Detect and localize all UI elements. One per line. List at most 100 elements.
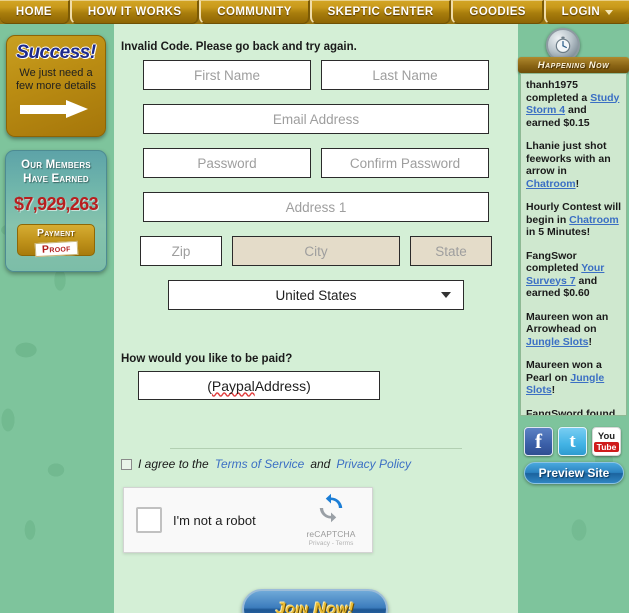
signup-form: First Name Last Name Email Address Passw… — [114, 60, 518, 324]
nav-item-goodies[interactable]: GOODIES — [451, 0, 544, 24]
confirm-password-input[interactable]: Confirm Password — [321, 148, 489, 178]
feed-item: thanh1975 completed a Study Storm 4 and … — [526, 79, 622, 129]
youtube-glyph-tube: Tube — [593, 441, 620, 452]
recaptcha-widget[interactable]: I'm not a robot reCAPTCHA Privacy - Term… — [123, 487, 373, 553]
stopwatch-glyph — [555, 36, 571, 54]
recaptcha-brand-text: reCAPTCHA — [306, 529, 356, 539]
section-divider — [170, 448, 462, 449]
feed-item-text-before: Lhanie just shot feeworks with an arrow … — [526, 140, 611, 177]
youtube-icon[interactable]: You Tube — [592, 427, 621, 456]
nav-item-community[interactable]: COMMUNITY — [199, 0, 310, 24]
twitter-icon[interactable]: t — [558, 427, 587, 456]
members-earned-heading-line1: Our Members — [21, 159, 91, 171]
success-subtitle: We just need a few more details — [15, 67, 97, 92]
agreement-text-between: and — [310, 457, 331, 471]
state-input[interactable]: State — [410, 236, 492, 266]
agreement-row: I agree to the Terms of Service and Priv… — [121, 457, 411, 471]
error-message: Invalid Code. Please go back and try aga… — [121, 41, 357, 53]
twitter-glyph: t — [569, 430, 576, 452]
paypal-value-suffix: Address) — [254, 377, 311, 394]
feed-item-text-after: ! — [575, 177, 580, 190]
recaptcha-checkbox[interactable] — [136, 507, 162, 533]
nav-item-label: HOW IT WORKS — [87, 6, 182, 18]
nav-item-label: LOGIN — [561, 6, 601, 18]
feed-item: Lhanie just shot feeworks with an arrow … — [526, 140, 622, 190]
preview-site-label: Preview Site — [538, 466, 610, 480]
nav-item-label: HOME — [15, 6, 53, 18]
nav-item-label: COMMUNITY — [217, 6, 292, 18]
payment-proof-label-line1: Payment — [36, 227, 76, 239]
last-name-input[interactable]: Last Name — [321, 60, 489, 90]
location-row: Zip City State — [114, 236, 518, 266]
password-row: Password Confirm Password — [114, 148, 518, 178]
nav-item-how-it-works[interactable]: HOW IT WORKS — [69, 0, 200, 24]
join-now-label: Join Now! — [275, 599, 355, 613]
feed-item-text-after: ! — [588, 335, 592, 348]
feed-item: Hourly Contest will begin in Chatroom in… — [526, 201, 622, 239]
right-sidebar: Happening Now thanh1975 completed a Stud… — [518, 24, 629, 613]
agreement-checkbox[interactable] — [121, 458, 132, 470]
facebook-icon[interactable]: f — [524, 427, 553, 456]
recaptcha-label: I'm not a robot — [173, 512, 256, 528]
feed-item-text-after: ! — [551, 384, 556, 396]
nav-item-skeptic-center[interactable]: SKEPTIC CENTER — [309, 0, 452, 24]
feed-item: Maureen won an Arrowhead on Jungle Slots… — [526, 311, 622, 349]
email-row: Email Address — [114, 104, 518, 134]
feed-item-link[interactable]: Jungle Slots — [526, 336, 588, 348]
feed-item: Maureen won a Pearl on Jungle Slots! — [526, 359, 622, 397]
feed-item-text-before: FangSword found the Word of the Day in t… — [526, 407, 616, 416]
youtube-glyph-you: You — [597, 430, 616, 442]
privacy-policy-link[interactable]: Privacy Policy — [336, 457, 411, 471]
members-earned-heading: Our Members Have Earned — [6, 158, 106, 186]
first-name-input[interactable]: First Name — [143, 60, 311, 90]
feed-item-link[interactable]: Chatroom — [526, 178, 576, 190]
city-input[interactable]: City — [232, 236, 400, 266]
password-input[interactable]: Password — [143, 148, 311, 178]
payment-proof-label-line2: Proof — [34, 240, 78, 258]
feed-item-text-after: in 5 Minutes! — [526, 226, 591, 238]
address1-input[interactable]: Address 1 — [143, 192, 489, 222]
signup-form-panel: Invalid Code. Please go back and try aga… — [114, 24, 518, 613]
paypal-value-word: Paypal — [211, 377, 255, 394]
happening-now-header: Happening Now — [518, 57, 629, 73]
country-select-value: United States — [275, 287, 357, 303]
join-now-button[interactable]: Join Now! — [242, 589, 388, 613]
country-row: United States — [114, 280, 518, 310]
feed-item-text-before: thanh1975 completed a — [526, 79, 591, 104]
success-promo-box[interactable]: Success! We just need a few more details — [6, 35, 106, 137]
country-select[interactable]: United States — [168, 280, 464, 310]
social-links-row: f t You Tube — [524, 427, 621, 456]
right-arrow-icon — [20, 100, 92, 118]
feed-item-link[interactable]: Chatroom — [569, 214, 619, 226]
happening-now-feed: thanh1975 completed a Study Storm 4 and … — [520, 73, 627, 416]
recaptcha-icon — [319, 493, 343, 523]
success-title: Success! — [16, 42, 96, 63]
feed-item-text-before: Maureen won an Arrowhead on — [526, 310, 609, 336]
top-navigation-bar: HOME HOW IT WORKS COMMUNITY SKEPTIC CENT… — [0, 0, 629, 24]
members-earned-amount: $7,929,263 — [13, 194, 99, 214]
preview-site-button[interactable]: Preview Site — [524, 462, 624, 484]
feed-item: FangSwor completed Your Surveys 7 and ea… — [526, 250, 622, 300]
address-row: Address 1 — [114, 192, 518, 222]
payment-proof-button[interactable]: Payment Proof — [17, 224, 95, 258]
payment-method-label: How would you like to be paid? — [121, 353, 293, 365]
left-sidebar: Success! We just need a few more details… — [0, 24, 112, 613]
feed-item-text-before: FangSwor completed — [526, 249, 582, 275]
chevron-down-icon — [441, 292, 451, 298]
feed-item: FangSword found the Word of the Day in t… — [526, 407, 622, 416]
recaptcha-legal-text[interactable]: Privacy - Terms — [300, 540, 362, 547]
email-input[interactable]: Email Address — [143, 104, 489, 134]
nav-item-login[interactable]: LOGIN — [543, 0, 629, 24]
nav-item-label: GOODIES — [469, 6, 526, 18]
terms-of-service-link[interactable]: Terms of Service — [215, 457, 305, 471]
nav-item-home[interactable]: HOME — [0, 0, 70, 24]
nav-item-label: SKEPTIC CENTER — [327, 6, 434, 18]
zip-input[interactable]: Zip — [140, 236, 222, 266]
agreement-text-before: I agree to the — [138, 457, 209, 471]
members-earned-heading-line2: Have Earned — [23, 173, 89, 185]
chevron-down-icon — [605, 9, 614, 15]
members-earned-box[interactable]: Our Members Have Earned $7,929,263 Payme… — [5, 150, 107, 272]
paypal-address-input[interactable]: (Paypal Address) — [138, 371, 380, 400]
facebook-glyph: f — [535, 429, 542, 453]
recaptcha-branding: reCAPTCHA Privacy - Terms — [300, 493, 362, 547]
